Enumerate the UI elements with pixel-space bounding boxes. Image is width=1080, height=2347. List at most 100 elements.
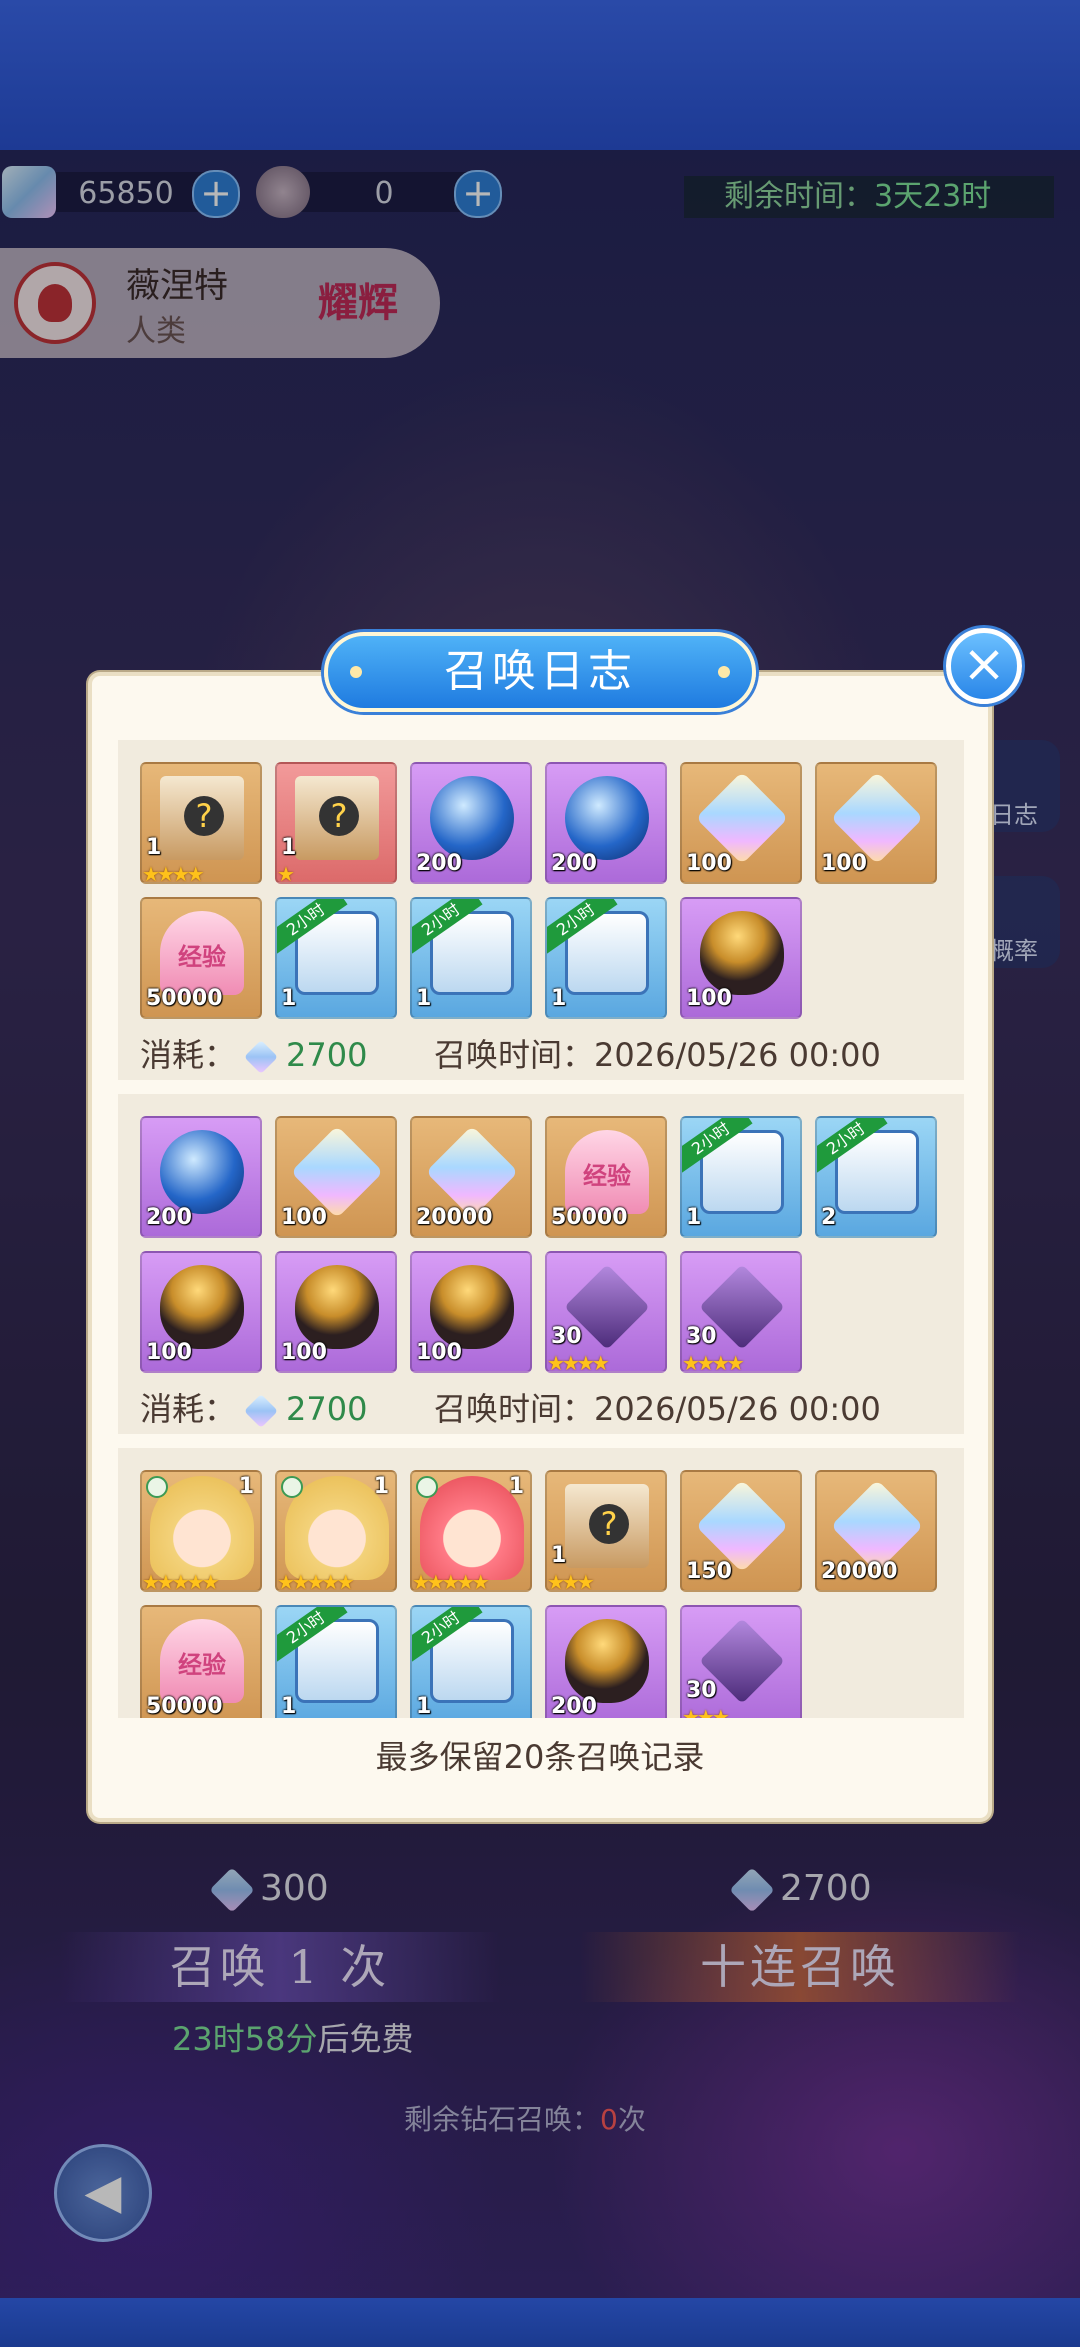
item-quantity: 30 [686,1324,717,1349]
blue-orb-item[interactable]: 200 [140,1116,262,1238]
item-quantity: 30 [551,1324,582,1349]
purple-crystal-item[interactable]: 30 ★★★★ [545,1251,667,1373]
item-quantity: 1 [281,986,297,1011]
golden-egg-item[interactable]: 100 [275,1251,397,1373]
diamond-icon [244,1394,278,1428]
record-time: 召唤时间：2026/05/26 00:00 [434,1390,881,1428]
golden-egg-item[interactable]: 100 [680,897,802,1019]
timed-chest-item[interactable]: 2小时 1 [410,897,532,1019]
golden-egg-icon [160,1265,244,1349]
record-cost: 消耗： 2700 [140,1390,368,1428]
golden-egg-icon [700,911,784,995]
blue-orb-icon [565,776,649,860]
blue-orb-item[interactable]: 200 [545,762,667,884]
item-quantity: 200 [146,1205,192,1230]
blue-orb-item[interactable]: 200 [410,762,532,884]
timed-chest-item[interactable]: 2小时 1 [275,897,397,1019]
item-quantity: 200 [551,851,597,876]
summon-record: 1★★★★1★200200100100500002小时12小时12小时1100消… [118,740,964,1080]
golden-egg-item[interactable]: 100 [140,1251,262,1373]
mystery-box-item[interactable]: 1★★★★ [140,762,262,884]
exp-heart-item[interactable]: 50000 [140,897,262,1019]
purple-crystal-item[interactable]: 30 ★★★ [680,1605,802,1718]
hero-card-blonde-item[interactable]: 1 ★★★★★ [140,1470,262,1592]
star-rating: ★★★★★ [142,1570,220,1592]
title-ornament [350,666,362,678]
golden-egg-icon [565,1619,649,1703]
class-badge-icon [146,1476,168,1498]
golden-egg-icon [295,1265,379,1349]
star-rating: ★★★★ [547,1351,610,1373]
item-quantity: 30 [686,1678,717,1703]
exp-heart-item[interactable]: 50000 [545,1116,667,1238]
item-quantity: 100 [146,1340,192,1365]
golden-egg-item[interactable]: 200 [545,1605,667,1718]
item-quantity: 100 [416,1340,462,1365]
summon-record: 1★★★★★1★★★★★1★★★★★1★★★15020000500002小时12… [118,1448,964,1718]
item-count: 1 [238,1474,254,1499]
star-rating: ★★★★ [682,1351,745,1373]
item-quantity: 1 [416,986,432,1011]
item-quantity: 100 [686,851,732,876]
class-badge-icon [416,1476,438,1498]
item-quantity: 1 [281,835,297,860]
rainbow-crystal-item[interactable]: 100 [680,762,802,884]
title-ornament [718,666,730,678]
item-quantity: 100 [281,1205,327,1230]
purple-crystal-item[interactable]: 30 ★★★★ [680,1251,802,1373]
item-quantity: 1 [686,1205,702,1230]
golden-egg-item[interactable]: 100 [410,1251,532,1373]
item-quantity: 1 [551,1543,567,1568]
exp-heart-icon [160,911,244,995]
class-badge-icon [281,1476,303,1498]
record-limit-note: 最多保留20条召唤记录 [375,1738,705,1776]
mystery-box-item[interactable]: 1★ [275,762,397,884]
timed-chest-item[interactable]: 2小时 1 [410,1605,532,1718]
star-rating: ★ [277,862,295,884]
blue-orb-icon [160,1130,244,1214]
star-rating: ★★★★★ [277,1570,355,1592]
top-bar [0,0,1080,150]
item-quantity: 1 [146,835,162,860]
timed-chest-item[interactable]: 2小时 1 [680,1116,802,1238]
summon-records-list[interactable]: 1★★★★1★200200100100500002小时12小时12小时1100消… [118,728,964,1718]
exp-heart-icon [565,1130,649,1214]
star-rating: ★★★ [547,1570,595,1592]
exp-heart-icon [160,1619,244,1703]
record-cost: 消耗： 2700 [140,1036,368,1074]
mystery-box-icon [295,776,379,860]
rainbow-crystal-item[interactable]: 150 [680,1470,802,1592]
mystery-box-icon [565,1484,649,1568]
mystery-box-icon [160,776,244,860]
mystery-box-item[interactable]: 1★★★ [545,1470,667,1592]
hero-card-pink-item[interactable]: 1 ★★★★★ [410,1470,532,1592]
golden-egg-icon [430,1265,514,1349]
bottom-bar [0,2298,1080,2347]
diamond-icon [244,1040,278,1074]
item-count: 1 [508,1474,524,1499]
hero-card-blonde-item[interactable]: 1 ★★★★★ [275,1470,397,1592]
rainbow-crystal-item[interactable]: 100 [275,1116,397,1238]
blue-orb-icon [430,776,514,860]
item-quantity: 1 [416,1694,432,1718]
rainbow-crystal-item[interactable]: 20000 [815,1470,937,1592]
item-quantity: 200 [416,851,462,876]
star-rating: ★★★ [682,1705,730,1718]
star-rating: ★★★★★ [412,1570,490,1592]
rainbow-crystal-item[interactable]: 20000 [410,1116,532,1238]
timed-chest-item[interactable]: 2小时 1 [545,897,667,1019]
exp-heart-item[interactable]: 50000 [140,1605,262,1718]
item-quantity: 100 [821,851,867,876]
timed-chest-item[interactable]: 2小时 1 [275,1605,397,1718]
rainbow-crystal-item[interactable]: 100 [815,762,937,884]
item-quantity: 50000 [146,1694,223,1718]
item-quantity: 200 [551,1694,597,1718]
item-quantity: 50000 [551,1205,628,1230]
item-quantity: 20000 [821,1559,898,1584]
timed-chest-item[interactable]: 2小时 2 [815,1116,937,1238]
record-time: 召唤时间：2026/05/26 00:00 [434,1036,881,1074]
close-button[interactable]: × [946,628,1022,704]
item-quantity: 2 [821,1205,837,1230]
item-quantity: 1 [281,1694,297,1718]
item-quantity: 1 [551,986,567,1011]
